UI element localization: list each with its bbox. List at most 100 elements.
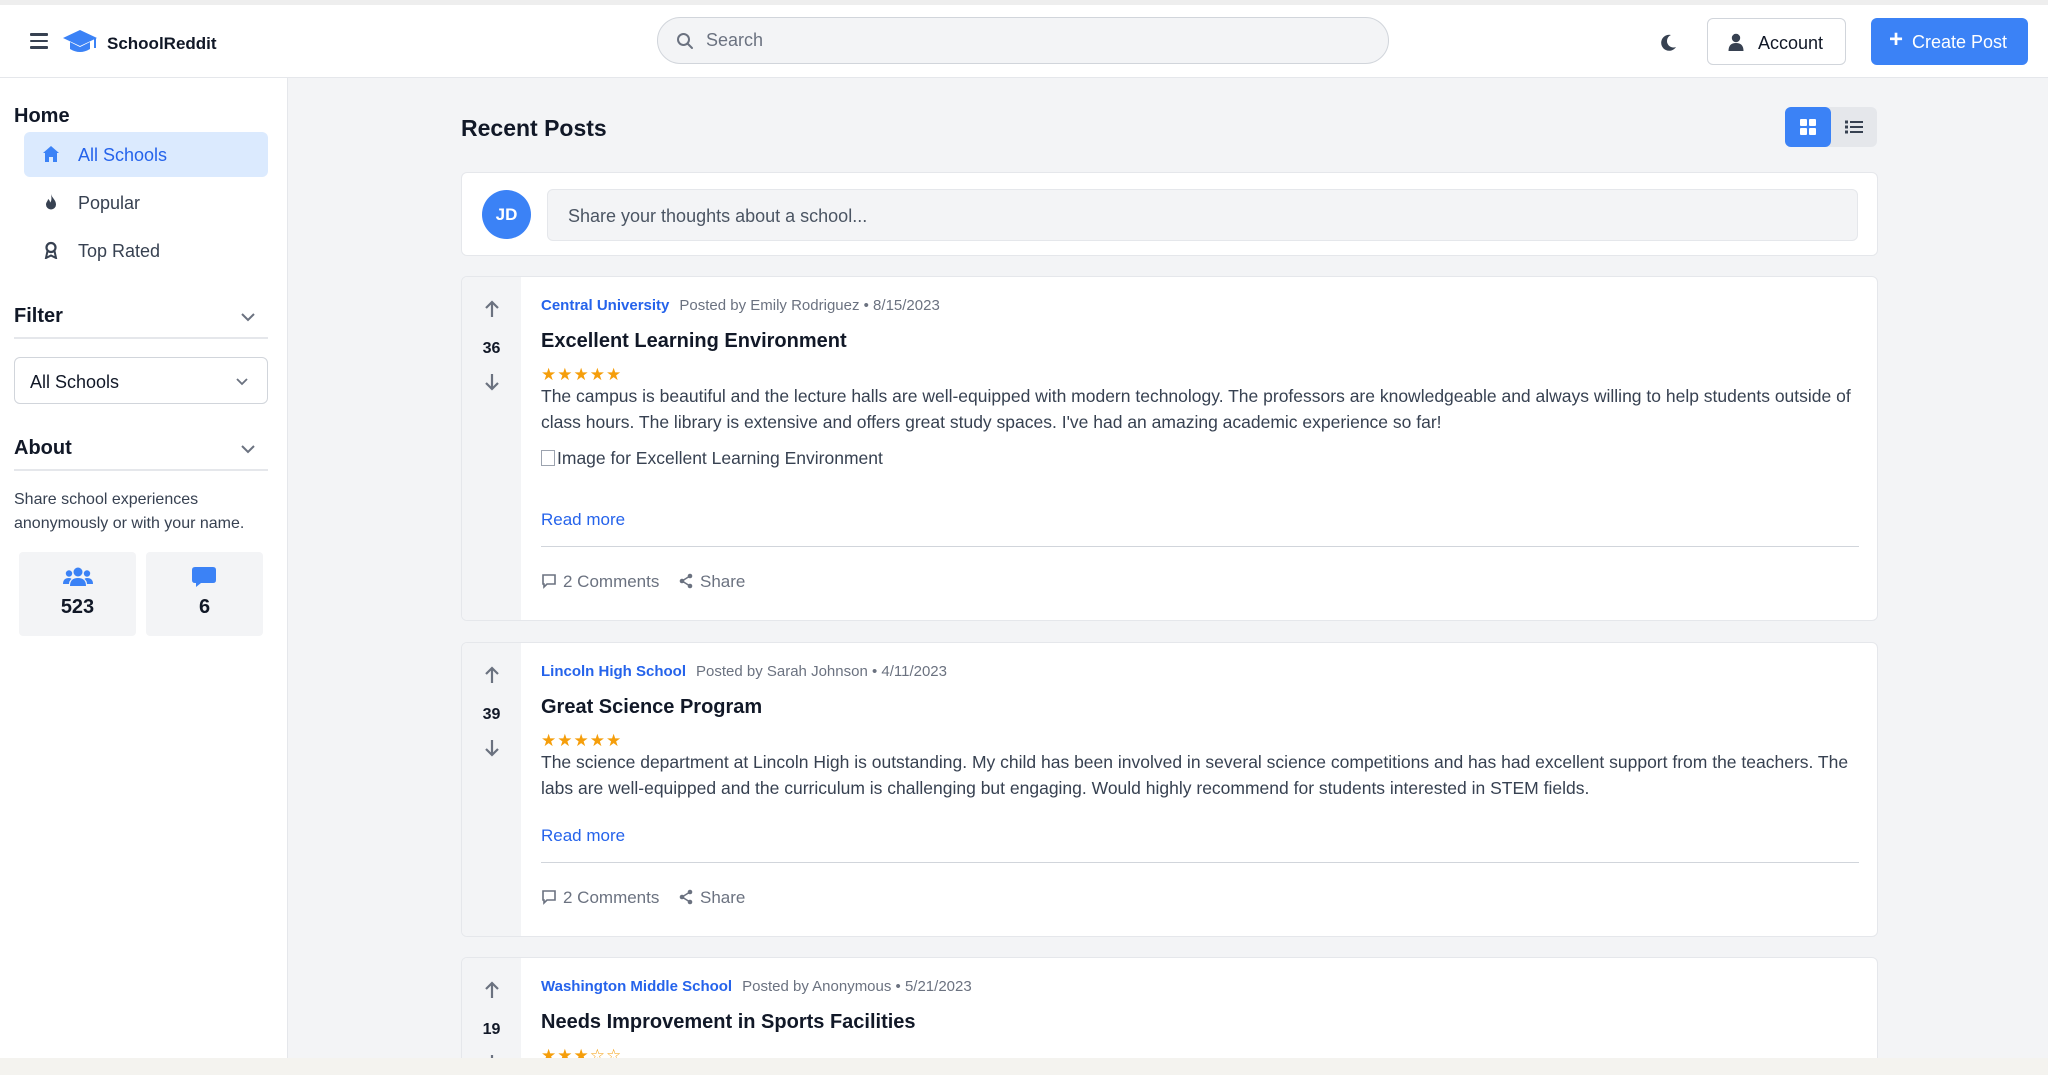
school-link[interactable]: Central University (541, 297, 669, 314)
account-button[interactable]: Account (1707, 18, 1846, 65)
search-input[interactable] (706, 18, 1366, 63)
post-meta: Washington Middle School Posted by Anonym… (541, 978, 972, 995)
sidebar-item-label: All Schools (78, 145, 168, 165)
star-rating: ★★★★★ (541, 365, 623, 384)
post-byline: Posted by Anonymous • 5/21/2023 (742, 978, 972, 995)
post-body: The campus is beautiful and the lecture … (541, 386, 1851, 432)
composer-input[interactable]: Share your thoughts about a school... (547, 189, 1858, 241)
post-body: The science department at Lincoln High i… (541, 752, 1849, 798)
upvote-arrow-icon[interactable] (482, 299, 502, 319)
page-title: Recent Posts (461, 115, 607, 141)
share-label: Share (700, 888, 746, 907)
divider (14, 337, 268, 339)
users-icon (63, 567, 93, 586)
comments-button[interactable]: 2 Comments (541, 888, 659, 908)
school-link[interactable]: Lincoln High School (541, 663, 686, 680)
hamburger-menu-icon[interactable] (30, 33, 48, 49)
vote-column: 19 (462, 958, 521, 1058)
post-title[interactable]: Great Science Program (541, 696, 762, 719)
divider (541, 546, 1859, 547)
sidebar-item-label: Top Rated (78, 241, 161, 261)
chevron-down-icon[interactable] (240, 309, 256, 325)
posts-stat: 6 (146, 552, 263, 636)
vote-count: 39 (482, 706, 501, 723)
school-link[interactable]: Washington Middle School (541, 978, 732, 995)
comment-icon (542, 890, 556, 905)
about-description: Share school experiences anonymously or … (14, 491, 245, 532)
post-image: Image for Excellent Learning Environment (541, 448, 883, 469)
vote-column: 36 (462, 277, 521, 620)
filter-heading: Filter (14, 305, 63, 327)
read-more-link[interactable]: Read more (541, 826, 625, 846)
downvote-arrow-icon[interactable] (482, 1053, 502, 1058)
list-view-button[interactable] (1831, 107, 1877, 147)
sidebar-item-popular[interactable]: Popular (24, 180, 268, 225)
comment-icon (542, 574, 556, 589)
post-byline: Posted by Emily Rodriguez • 8/15/2023 (679, 297, 940, 314)
divider (541, 862, 1859, 863)
top-header: SchoolReddit Account + Create Post (0, 5, 2048, 78)
user-icon (1728, 33, 1744, 51)
account-label: Account (1758, 33, 1824, 53)
upvote-arrow-icon[interactable] (482, 665, 502, 685)
fire-icon (46, 194, 56, 210)
read-more-link[interactable]: Read more (541, 510, 625, 530)
avatar[interactable]: JD (482, 190, 531, 239)
image-alt-text: Image for Excellent Learning Environment (557, 448, 883, 468)
share-icon (679, 573, 693, 589)
share-icon (679, 889, 693, 905)
vote-count: 19 (482, 1021, 501, 1038)
grid-view-button[interactable] (1785, 107, 1831, 147)
composer-placeholder: Share your thoughts about a school... (568, 206, 868, 226)
sidebar: Home All Schools Popular Top Rated Filte… (0, 78, 288, 1058)
dark-mode-moon-icon[interactable] (1658, 33, 1678, 53)
post-card: 19 Washington Middle School Posted by Ano… (461, 957, 1878, 1058)
sidebar-item-top-rated[interactable]: Top Rated (24, 228, 268, 273)
comments-button[interactable]: 2 Comments (541, 572, 659, 592)
broken-image-icon (541, 450, 555, 466)
posts-count: 6 (198, 596, 211, 618)
members-count: 523 (60, 596, 95, 618)
comments-label: 2 Comments (563, 888, 660, 907)
star-rating: ★★★☆☆ (541, 1046, 623, 1058)
school-filter-select[interactable]: All Schools (14, 357, 268, 404)
sidebar-item-all-schools[interactable]: All Schools (24, 132, 268, 177)
downvote-arrow-icon[interactable] (482, 372, 502, 392)
members-stat: 523 (19, 552, 136, 636)
plus-icon: + (1889, 26, 1904, 53)
list-icon (1845, 120, 1863, 134)
upvote-arrow-icon[interactable] (482, 980, 502, 1000)
post-meta: Lincoln High School Posted by Sarah Johns… (541, 663, 947, 680)
search-icon (677, 33, 693, 49)
star-rating: ★★★★★ (541, 731, 623, 750)
post-title[interactable]: Needs Improvement in Sports Facilities (541, 1011, 916, 1034)
share-label: Share (700, 572, 746, 591)
share-button[interactable]: Share (678, 572, 745, 592)
award-icon (44, 241, 58, 259)
post-title[interactable]: Excellent Learning Environment (541, 330, 847, 353)
vote-column: 39 (462, 643, 521, 936)
grid-icon (1800, 119, 1816, 135)
graduation-cap-icon (63, 30, 97, 52)
divider (14, 469, 268, 471)
app-window: SchoolReddit Account + Create Post Home (0, 0, 2048, 1058)
filter-selected-value: All Schools (30, 372, 120, 392)
chevron-down-icon[interactable] (240, 441, 256, 457)
comments-label: 2 Comments (563, 572, 660, 591)
post-meta: Central University Posted by Emily Rodrig… (541, 297, 940, 314)
create-post-button[interactable]: + Create Post (1871, 18, 2028, 65)
about-heading: About (14, 437, 72, 459)
post-card: 39 Lincoln High School Posted by Sarah Jo… (461, 642, 1878, 937)
post-byline: Posted by Sarah Johnson • 4/11/2023 (696, 663, 947, 680)
post-card: 36 Central University Posted by Emily Rod… (461, 276, 1878, 621)
share-button[interactable]: Share (678, 888, 745, 908)
brand-name[interactable]: SchoolReddit (107, 34, 217, 54)
create-post-label: Create Post (1912, 32, 2008, 52)
vote-count: 36 (482, 340, 501, 357)
home-heading: Home (14, 105, 70, 127)
downvote-arrow-icon[interactable] (482, 738, 502, 758)
view-toggle (1785, 107, 1877, 147)
comment-icon (192, 567, 216, 587)
sidebar-item-label: Popular (78, 193, 141, 213)
search-bar[interactable] (657, 17, 1389, 64)
